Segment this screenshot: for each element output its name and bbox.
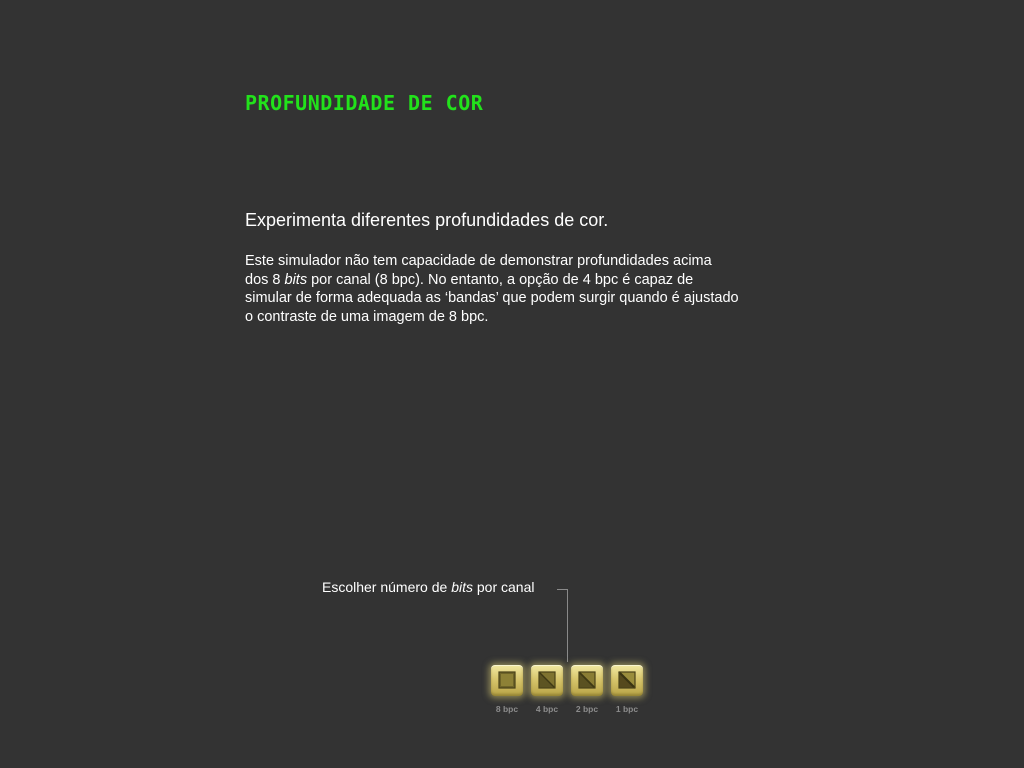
description-text: dos 8 [245, 271, 285, 288]
bpc-8-key[interactable] [491, 665, 523, 696]
bpc-2-key[interactable] [571, 665, 603, 696]
square-icon [498, 671, 516, 689]
bpc-8-button[interactable]: 8 bpc [489, 663, 525, 714]
description-line: simular de forma adequada as ‘bandas’ qu… [245, 289, 815, 308]
diagonal-square-icon [538, 671, 556, 689]
diagonal-square-icon [618, 671, 636, 689]
selector-label-emphasis: bits [451, 579, 473, 595]
description-emphasis: bits [284, 271, 308, 288]
page-title: PROFUNDIDADE DE COR [245, 91, 484, 115]
callout-line [567, 589, 568, 662]
description-line: o contraste de uma imagem de 8 bpc. [245, 308, 815, 327]
selector-label-text: por canal [472, 579, 535, 595]
bpc-4-caption: 4 bpc [535, 704, 559, 714]
bpc-1-caption: 1 bpc [615, 704, 639, 714]
bpc-2-caption: 2 bpc [575, 704, 599, 714]
bpc-1-button[interactable]: 1 bpc [609, 663, 645, 714]
diagonal-square-icon [578, 671, 596, 689]
selector-label-text: Escolher número de [322, 579, 452, 595]
intro-subtitle: Experimenta diferentes profundidades de … [245, 210, 609, 230]
bpc-4-button[interactable]: 4 bpc [529, 663, 565, 714]
page: PROFUNDIDADE DE COR Experimenta diferent… [0, 0, 1024, 768]
bit-depth-selector-label: Escolher número de bits por canal [322, 578, 534, 596]
description-line: Este simulador não tem capacidade de dem… [245, 252, 815, 271]
bpc-8-caption: 8 bpc [495, 704, 519, 714]
bpc-4-key[interactable] [531, 665, 563, 696]
description-text: por canal (8 bpc). No entanto, a opção d… [307, 271, 694, 288]
description-line: dos 8 bits por canal (8 bpc). No entanto… [245, 271, 815, 290]
bpc-2-button[interactable]: 2 bpc [569, 663, 605, 714]
description-text: simular de forma adequada as ‘bandas’ qu… [245, 290, 739, 306]
bit-depth-selector: 8 bpc 4 bpc 2 bpc 1 bpc [489, 663, 649, 723]
description-text: o contraste de uma imagem de 8 bpc. [245, 308, 489, 325]
intro-description: Este simulador não tem capacidade de dem… [245, 252, 815, 326]
bpc-1-key[interactable] [611, 665, 643, 696]
description-text: Este simulador não tem capacidade de dem… [245, 253, 712, 269]
